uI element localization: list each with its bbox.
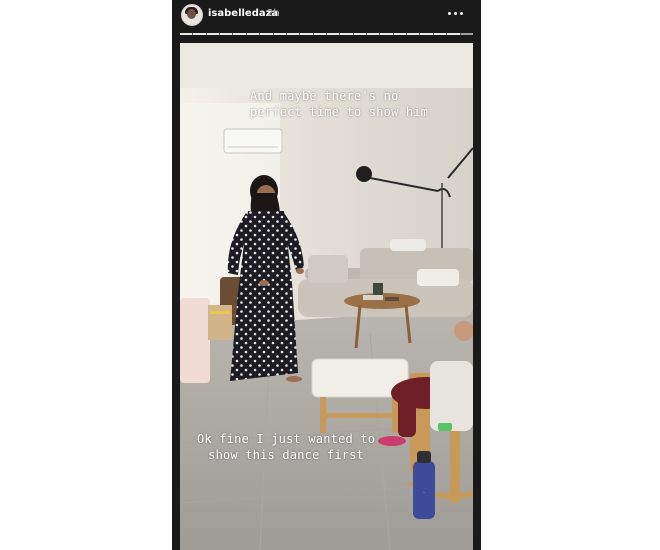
progress-segment [206,33,220,35]
time-ago: 2h [267,8,280,19]
progress-segment [460,33,473,35]
story-caption-top: And maybe there's no perfect time to sho… [250,88,428,120]
story-header: isabelledaza 2h [172,0,481,30]
progress-segment [313,33,326,35]
progress-segment [433,33,447,35]
progress-segment [367,33,380,35]
progress-segment [353,33,367,35]
progress-segment [286,33,300,35]
story-progress-bar [180,33,473,35]
story-viewer: isabelledaza 2h . And maybe there's no p… [172,0,481,550]
progress-segment [340,33,353,35]
progress-segment [393,33,407,35]
progress-segment [380,33,393,35]
story-caption-bottom: Ok fine I just wanted to show this dance… [197,431,375,463]
avatar[interactable] [181,4,203,26]
progress-segment [233,33,246,35]
more-horizontal-icon[interactable] [447,6,465,20]
progress-segment [273,33,286,35]
caption-bottom-line-1: Ok fine I just wanted to [197,432,376,446]
progress-segment [193,33,206,35]
progress-segment [180,33,193,35]
caption-top-line-2: perfect time to show him [250,105,429,119]
progress-segment [407,33,420,35]
progress-segment [300,33,313,35]
progress-segment [246,33,260,35]
caption-bottom-line-2: show this dance first [208,448,365,462]
progress-segment [220,33,233,35]
progress-segment [447,33,460,35]
story-photo[interactable]: . And maybe there's no perfect time to s… [180,43,473,550]
progress-segment [260,33,273,35]
caption-top-line-1: And maybe there's no [250,89,399,103]
progress-segment [326,33,340,35]
progress-segment [420,33,433,35]
